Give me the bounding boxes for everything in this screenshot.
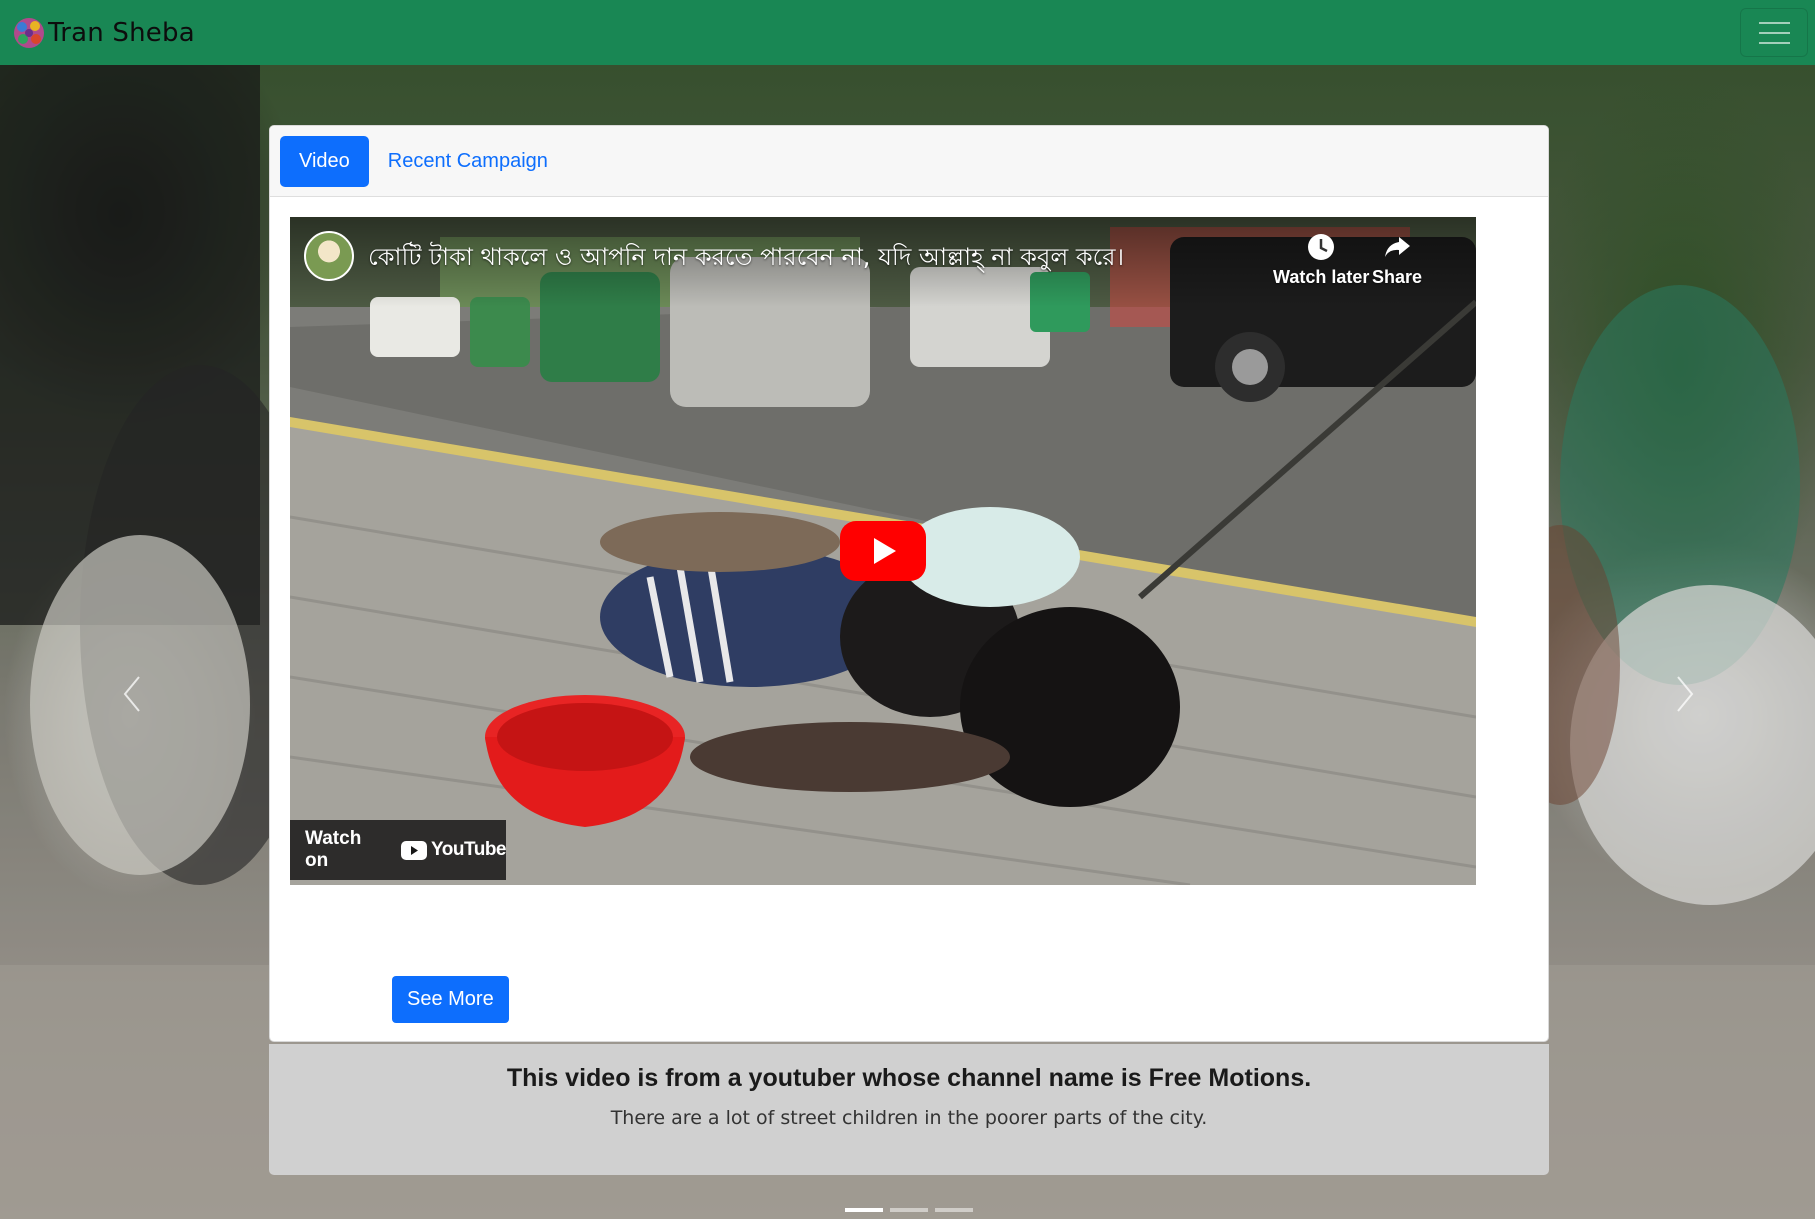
hamburger-icon (1758, 21, 1790, 24)
youtube-logo-icon (401, 840, 428, 860)
share-arrow-icon (1385, 237, 1411, 257)
hamburger-icon-line (1758, 31, 1790, 34)
navbar: Tran Sheba (0, 0, 1815, 65)
channel-avatar[interactable] (304, 231, 354, 281)
share-button[interactable]: Share (1372, 231, 1422, 288)
play-button-icon[interactable] (840, 521, 926, 581)
hamburger-icon-line (1758, 41, 1790, 44)
brand-logo-icon (14, 17, 44, 48)
carousel-next-icon[interactable] (1676, 675, 1694, 713)
channel-name: Free Motions. (1148, 1064, 1312, 1092)
caption-text: There are a lot of street children in th… (610, 1107, 1208, 1129)
carousel-indicator-2[interactable] (890, 1208, 928, 1212)
carousel-indicators (845, 1208, 973, 1212)
video-title[interactable]: কোটি টাকা থাকলে ও আপনি দান করতে পারবেন ন… (368, 239, 1124, 279)
youtube-embed[interactable]: কোটি টাকা থাকলে ও আপনি দান করতে পারবেন ন… (290, 217, 1476, 885)
brand-link[interactable]: Tran Sheba (10, 14, 195, 52)
watch-later-button[interactable]: Watch later (1273, 231, 1369, 288)
carousel-indicator-1[interactable] (845, 1208, 883, 1212)
tab-recent-campaign[interactable]: Recent Campaign (369, 136, 567, 187)
caption-title: This video is from a youtuber whose chan… (269, 1064, 1549, 1093)
navbar-toggler-button[interactable] (1740, 8, 1808, 57)
carousel-prev-icon[interactable] (123, 675, 141, 713)
brand-name: Tran Sheba (48, 17, 195, 48)
youtube-logo: YouTube (401, 839, 506, 861)
tab-video[interactable]: Video (280, 135, 369, 187)
clock-icon (1308, 234, 1335, 260)
carousel-caption: This video is from a youtuber whose chan… (269, 1044, 1549, 1175)
carousel-indicator-3[interactable] (935, 1208, 973, 1212)
youtube-wordmark: YouTube (431, 839, 506, 860)
watch-on-youtube-link[interactable]: Watch on YouTube (290, 820, 506, 880)
watch-on-label: Watch on (305, 828, 362, 871)
video-card: Video Recent Campaign কোটি টাকা থাকলে ও … (269, 125, 1549, 1042)
share-label: Share (1372, 267, 1423, 287)
watch-later-label: Watch later (1273, 267, 1370, 287)
see-more-button[interactable]: See More (392, 976, 509, 1023)
card-tabs: Video Recent Campaign (270, 126, 1548, 197)
caption-title-prefix: This video is from a youtuber whose chan… (506, 1064, 1149, 1092)
